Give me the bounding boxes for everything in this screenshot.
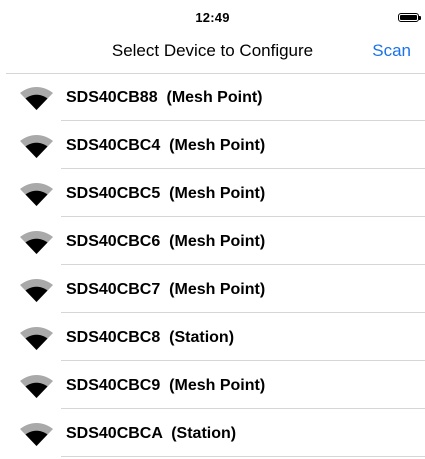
device-mode: (Mesh Point): [169, 377, 266, 394]
battery-level: [400, 15, 417, 20]
wifi-signal-icon: [20, 135, 53, 158]
device-mode: (Station): [169, 329, 235, 346]
device-list-item[interactable]: SDS40CBC7 (Mesh Point): [0, 265, 425, 313]
device-list-item[interactable]: SDS40CBC9 (Mesh Point): [0, 361, 425, 409]
device-label: SDS40CBC8 (Station): [66, 313, 234, 361]
wifi-signal-icon: [20, 183, 53, 206]
status-bar: 12:49: [0, 0, 425, 40]
device-mode: (Mesh Point): [169, 233, 266, 250]
device-mode: (Mesh Point): [169, 137, 266, 154]
wifi-signal-icon: [20, 87, 53, 110]
device-mode: (Mesh Point): [166, 89, 263, 106]
device-list: SDS40CB88 (Mesh Point) SDS40CBC4 (Mesh P…: [0, 73, 425, 457]
device-name: SDS40CBC9: [66, 377, 161, 394]
page-title: Select Device to Configure: [111, 41, 314, 60]
device-label: SDS40CBC7 (Mesh Point): [66, 265, 265, 313]
device-name: SDS40CBC4: [66, 137, 161, 154]
device-name: SDS40CB88: [66, 89, 158, 106]
scan-button[interactable]: Scan: [372, 40, 411, 62]
battery-tip: [419, 16, 421, 20]
wifi-signal-icon: [20, 423, 53, 446]
wifi-signal-icon: [20, 327, 53, 350]
device-label: SDS40CB88 (Mesh Point): [66, 73, 263, 121]
device-list-item[interactable]: SDS40CBC6 (Mesh Point): [0, 217, 425, 265]
device-list-item[interactable]: SDS40CBCA (Station): [0, 409, 425, 457]
device-name: SDS40CBC5: [66, 185, 161, 202]
device-label: SDS40CBC9 (Mesh Point): [66, 361, 265, 409]
battery-icon: [398, 13, 419, 22]
device-mode: (Station): [171, 425, 237, 442]
device-label: SDS40CBC6 (Mesh Point): [66, 217, 265, 265]
device-mode: (Mesh Point): [169, 281, 266, 298]
wifi-signal-icon: [20, 279, 53, 302]
device-name: SDS40CBCA: [66, 425, 163, 442]
wifi-signal-icon: [20, 375, 53, 398]
device-label: SDS40CBC4 (Mesh Point): [66, 121, 265, 169]
device-mode: (Mesh Point): [169, 185, 266, 202]
navigation-bar: Select Device to Configure Scan: [0, 40, 425, 74]
device-name: SDS40CBC8: [66, 329, 161, 346]
device-label: SDS40CBCA (Station): [66, 409, 236, 457]
device-list-item[interactable]: SDS40CBC8 (Station): [0, 313, 425, 361]
wifi-signal-icon: [20, 231, 53, 254]
device-label: SDS40CBC5 (Mesh Point): [66, 169, 265, 217]
device-name: SDS40CBC7: [66, 281, 161, 298]
device-list-item[interactable]: SDS40CB88 (Mesh Point): [0, 73, 425, 121]
device-name: SDS40CBC6: [66, 233, 161, 250]
status-time: 12:49: [195, 10, 230, 25]
device-list-item[interactable]: SDS40CBC5 (Mesh Point): [0, 169, 425, 217]
device-list-item[interactable]: SDS40CBC4 (Mesh Point): [0, 121, 425, 169]
